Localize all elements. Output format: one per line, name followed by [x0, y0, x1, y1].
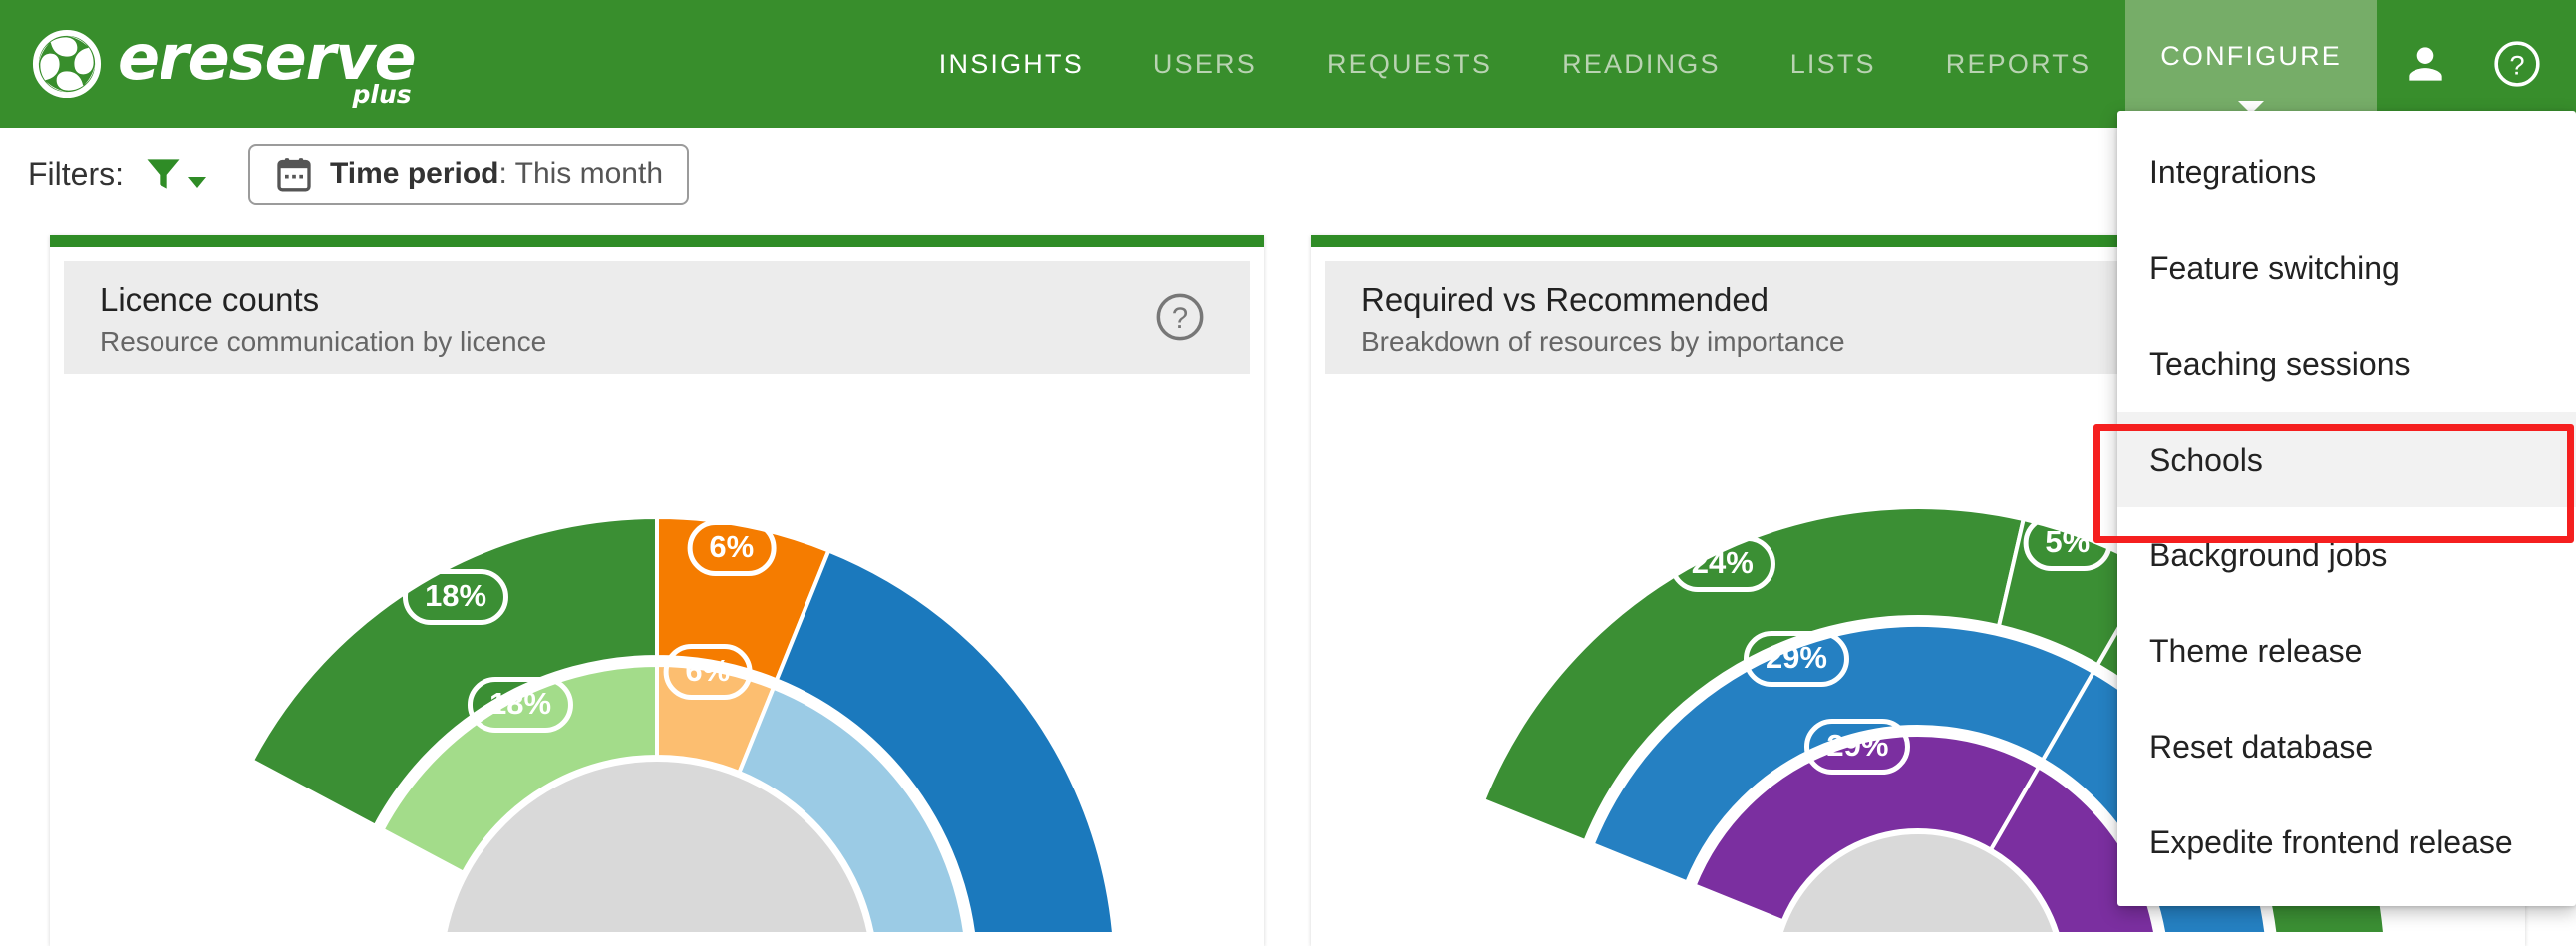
nav-item-lists[interactable]: LISTS — [1756, 0, 1911, 128]
ereserve-swirl-logo-icon — [32, 29, 102, 99]
filter-funnel-icon — [147, 159, 180, 189]
brand-plus: plus — [352, 80, 412, 109]
card-licence-counts: Licence counts Resource communication by… — [50, 235, 1264, 946]
configure-dropdown-menu: Integrations Feature switching Teaching … — [2117, 111, 2576, 906]
time-period-filter-text: Time period: This month — [330, 158, 663, 191]
card-accent-bar — [50, 235, 1264, 247]
card-title: Licence counts — [100, 281, 320, 318]
nav-item-reports-label: REPORTS — [1945, 48, 2092, 79]
time-period-filter-chip[interactable]: Time period: This month — [248, 144, 690, 205]
menu-item-theme-release[interactable]: Theme release — [2117, 603, 2576, 699]
menu-item-teaching-sessions[interactable]: Teaching sessions — [2117, 316, 2576, 412]
svg-text:?: ? — [2509, 49, 2524, 80]
app-root: ereserve plus INSIGHTS USERS REQUESTS RE… — [0, 0, 2576, 946]
menu-item-schools-label: Schools — [2149, 441, 2263, 477]
calendar-icon — [277, 158, 311, 192]
time-period-filter-sep: : — [498, 158, 515, 190]
brand-logo[interactable]: ereserve plus — [0, 0, 469, 128]
menu-item-integrations[interactable]: Integrations — [2117, 125, 2576, 220]
menu-item-reset-database-label: Reset database — [2149, 728, 2374, 765]
time-period-filter-key: Time period — [330, 158, 499, 190]
nav-item-requests[interactable]: REQUESTS — [1292, 0, 1527, 128]
nav-item-reports[interactable]: REPORTS — [1911, 0, 2125, 128]
nav-item-configure-label: CONFIGURE — [2160, 40, 2342, 71]
nav-utility-icons: ? — [2377, 0, 2576, 128]
menu-item-feature-switching[interactable]: Feature switching — [2117, 220, 2576, 316]
nav-item-users[interactable]: USERS — [1119, 0, 1292, 128]
top-navigation-bar: ereserve plus INSIGHTS USERS REQUESTS RE… — [0, 0, 2576, 128]
card-chart-area: 18% 6% 18% 6% — [50, 374, 1264, 932]
nav-item-requests-label: REQUESTS — [1326, 48, 1493, 79]
nav-item-users-label: USERS — [1152, 48, 1257, 79]
help-question-circle-icon[interactable]: ? — [1154, 291, 1206, 343]
nav-item-readings-label: READINGS — [1562, 48, 1721, 79]
nav-item-insights-label: INSIGHTS — [938, 48, 1084, 79]
sunburst-chart-licence-counts[interactable] — [129, 418, 1185, 932]
time-period-filter-value: This month — [514, 158, 664, 190]
primary-nav: INSIGHTS USERS REQUESTS READINGS LISTS R… — [904, 0, 2377, 128]
help-question-circle-icon[interactable]: ? — [2492, 39, 2542, 89]
svg-text:?: ? — [1172, 303, 1188, 335]
nav-item-lists-label: LISTS — [1789, 48, 1876, 79]
menu-item-expedite-frontend-release-label: Expedite frontend release — [2149, 823, 2513, 860]
menu-item-background-jobs-label: Background jobs — [2149, 536, 2388, 573]
menu-item-reset-database[interactable]: Reset database — [2117, 699, 2576, 794]
menu-item-theme-release-label: Theme release — [2149, 632, 2363, 669]
menu-item-expedite-frontend-release[interactable]: Expedite frontend release — [2117, 794, 2576, 890]
menu-item-teaching-sessions-label: Teaching sessions — [2149, 345, 2411, 382]
brand-wordmark: ereserve plus — [118, 27, 417, 108]
chevron-down-icon — [188, 176, 206, 188]
nav-item-readings[interactable]: READINGS — [1527, 0, 1756, 128]
filters-label: Filters: — [28, 156, 124, 192]
nav-item-insights[interactable]: INSIGHTS — [904, 0, 1119, 128]
card-header: Licence counts Resource communication by… — [64, 261, 1250, 374]
nav-item-configure[interactable]: CONFIGURE — [2125, 0, 2377, 128]
menu-item-integrations-label: Integrations — [2149, 154, 2317, 190]
filter-funnel-button[interactable] — [142, 151, 206, 198]
menu-item-schools[interactable]: Schools — [2117, 412, 2576, 507]
card-subtitle: Resource communication by licence — [100, 326, 547, 357]
menu-item-background-jobs[interactable]: Background jobs — [2117, 507, 2576, 603]
account-person-icon[interactable] — [2401, 39, 2450, 89]
menu-item-feature-switching-label: Feature switching — [2149, 249, 2400, 286]
